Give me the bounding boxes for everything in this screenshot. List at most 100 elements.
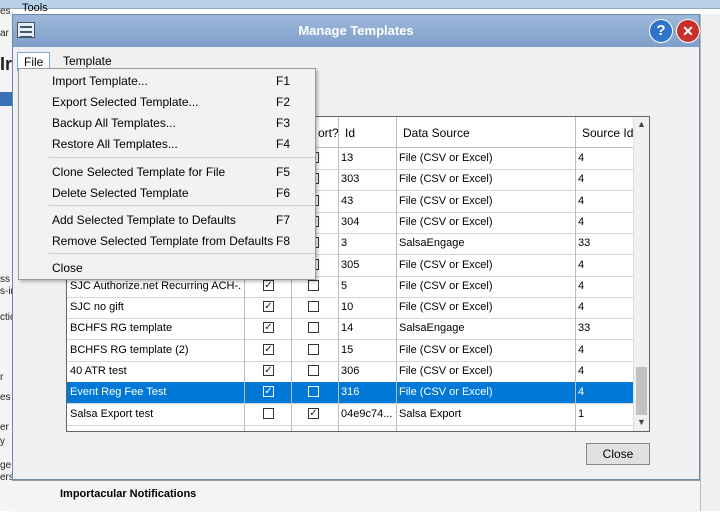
menu-item[interactable]: Backup All Templates... F3 <box>19 113 315 133</box>
export-checkbox[interactable] <box>308 301 319 313</box>
background-text-fragment: er <box>0 422 9 433</box>
data-source-cell: File (CSV or Excel) <box>399 279 493 292</box>
menu-item-label: Export Selected Template... <box>52 95 199 109</box>
table-row[interactable]: Event Reg Fee Test 316 File (CSV or Excel)… <box>67 382 633 405</box>
source-id-cell: 4 <box>578 386 585 399</box>
template-id-cell: 316 <box>341 386 360 399</box>
menu-separator <box>49 253 315 254</box>
help-icon[interactable]: ? <box>649 19 673 43</box>
source-id-cell: 4 <box>578 173 585 186</box>
table-row[interactable]: Salsa Export test 04e9c74... Salsa Export 1… <box>67 404 633 426</box>
template-name-cell: BCHFS RG template <box>70 322 173 335</box>
source-id-cell: 1 <box>578 407 585 420</box>
menu-item-shortcut: F1 <box>276 74 291 88</box>
default-checkbox[interactable]: ✓ <box>263 322 274 334</box>
menu-separator <box>49 157 315 158</box>
menu-item-label: Backup All Templates... <box>52 116 176 130</box>
background-title-bar <box>0 0 720 9</box>
scroll-up-icon[interactable]: ▲ <box>637 119 646 129</box>
data-source-cell: File (CSV or Excel) <box>399 194 493 207</box>
column-header-data-source[interactable]: Data Source <box>403 126 470 140</box>
default-checkbox[interactable]: ✓ <box>263 301 274 313</box>
template-id-cell: 306 <box>341 365 360 377</box>
table-row[interactable]: BCHFS RG template 14 SalsaEngage 33 ✓ <box>67 318 633 341</box>
grid-divider <box>396 117 397 431</box>
scroll-down-icon[interactable]: ▼ <box>637 417 646 427</box>
template-id-cell: 5 <box>341 279 348 292</box>
dialog-title-bar: Manage Templates ? ✕ <box>13 15 700 47</box>
menu-item[interactable]: Import Template... F1 <box>19 71 315 91</box>
template-id-cell: 43 <box>341 194 354 207</box>
menu-item-shortcut: F3 <box>276 116 291 130</box>
export-checkbox[interactable]: ✓ <box>308 407 319 419</box>
background-text-fragment: Ir <box>0 54 13 74</box>
template-id-cell: 10 <box>341 301 354 314</box>
default-checkbox[interactable]: ✓ <box>263 279 274 291</box>
menu-item-label: Close <box>52 261 83 275</box>
menu-item[interactable]: Remove Selected Template from Defaults F8 <box>19 231 315 251</box>
background-text-fragment: es <box>0 6 11 17</box>
source-id-cell: 4 <box>578 279 585 292</box>
background-selection <box>0 92 12 106</box>
menu-separator <box>49 205 315 206</box>
menu-item-shortcut: F2 <box>276 95 291 109</box>
notifications-label: Importacular Notifications <box>60 488 197 500</box>
menu-item-label: Restore All Templates... <box>52 137 178 151</box>
data-source-cell: File (CSV or Excel) <box>399 301 493 314</box>
template-name-cell: SJC no gift <box>70 301 124 314</box>
grid-divider <box>575 117 576 431</box>
template-id-cell: 3 <box>341 237 348 250</box>
default-checkbox[interactable]: ✓ <box>263 365 274 376</box>
menu-item[interactable]: Restore All Templates... F4 <box>19 134 315 154</box>
grid-scrollbar[interactable]: ▲ ▼ <box>633 117 649 431</box>
menu-item-shortcut: F5 <box>276 165 291 179</box>
menu-item[interactable]: Add Selected Template to Defaults F7 <box>19 210 315 230</box>
export-checkbox[interactable] <box>308 365 319 376</box>
export-checkbox[interactable] <box>308 322 319 334</box>
template-id-cell: 04e9c74... <box>341 407 393 420</box>
background-text-fragment: r <box>0 372 4 383</box>
table-row[interactable]: BCHFS RG template (2) 15 File (CSV or Exce… <box>67 340 633 362</box>
scroll-thumb[interactable] <box>636 367 647 415</box>
background-text-fragment: ge <box>0 460 12 471</box>
menu-item[interactable]: Export Selected Template... F2 <box>19 92 315 112</box>
menu-item-label: Clone Selected Template for File <box>52 165 226 179</box>
default-checkbox[interactable]: ✓ <box>263 386 274 398</box>
background-notifications-bar: Importacular Notifications <box>12 480 700 512</box>
menu-item[interactable]: Clone Selected Template for File F5 <box>19 162 315 182</box>
template-name-cell: 40 ATR test <box>70 365 127 377</box>
source-id-cell: 4 <box>578 152 585 164</box>
template-id-cell: 305 <box>341 258 360 271</box>
column-header-export[interactable]: ort? <box>318 126 339 140</box>
export-checkbox[interactable] <box>308 343 319 355</box>
dialog-title: Manage Templates <box>298 23 414 38</box>
menu-item-shortcut: F4 <box>276 137 291 151</box>
export-checkbox[interactable] <box>308 386 319 398</box>
template-id-cell: 13 <box>341 152 354 164</box>
menu-item[interactable]: Close <box>19 258 315 278</box>
table-row[interactable]: SJC no gift 10 File (CSV or Excel) 4 ✓ <box>67 297 633 320</box>
table-row[interactable]: 40 ATR test 306 File (CSV or Excel) 4 ✓ <box>67 361 633 383</box>
template-id-cell: 15 <box>341 343 354 356</box>
export-checkbox[interactable] <box>308 279 319 291</box>
close-button[interactable]: Close <box>586 443 650 465</box>
source-id-cell: 33 <box>578 237 591 250</box>
default-checkbox[interactable]: ✓ <box>263 343 274 355</box>
menu-item-label: Delete Selected Template <box>52 186 189 200</box>
template-name-cell: BCHFS RG template (2) <box>70 343 189 356</box>
close-icon[interactable]: ✕ <box>676 19 700 43</box>
template-id-cell: 14 <box>341 322 354 335</box>
default-checkbox[interactable] <box>263 407 274 419</box>
file-menu-dropdown: Import Template... F1 Export Selected Temp… <box>18 68 316 280</box>
column-header-id[interactable]: Id <box>345 126 355 140</box>
data-source-cell: File (CSV or Excel) <box>399 152 493 164</box>
data-source-cell: File (CSV or Excel) <box>399 215 493 228</box>
menu-item-label: Import Template... <box>52 74 148 88</box>
menu-item[interactable]: Delete Selected Template F6 <box>19 183 315 203</box>
grid-divider <box>338 117 339 431</box>
menu-item-shortcut: F7 <box>276 213 291 227</box>
data-source-cell: File (CSV or Excel) <box>399 386 493 399</box>
menu-item-shortcut: F8 <box>276 234 291 248</box>
column-header-source-id[interactable]: Source Id <box>582 126 633 140</box>
source-id-cell: 4 <box>578 194 585 207</box>
